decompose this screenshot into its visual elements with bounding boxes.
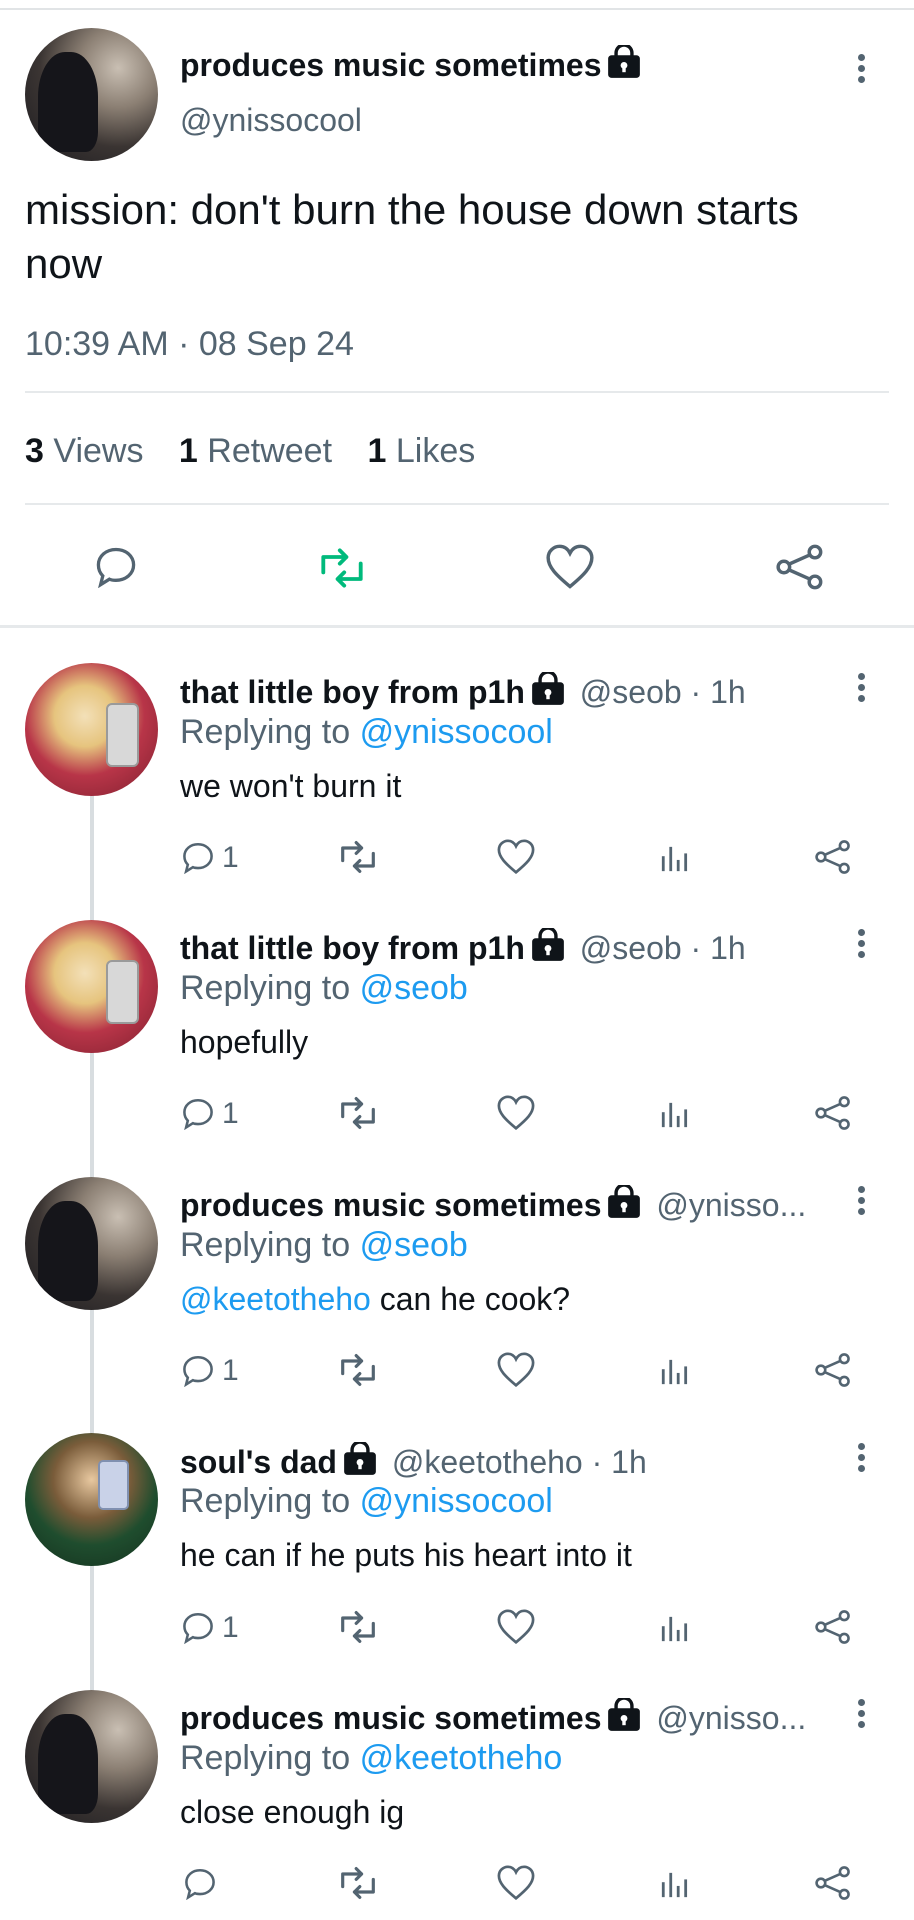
more-options-icon[interactable] [856,1699,866,1732]
author-handle[interactable]: @ynisso... [656,1700,806,1736]
share-icon[interactable] [814,839,852,875]
avatar[interactable] [25,663,158,796]
replying-to-link[interactable]: @seob [360,1226,468,1264]
reply-text: he can if he puts his heart into it [180,1537,632,1573]
lock-icon [531,672,565,706]
reply-icon[interactable] [180,1096,216,1130]
reply-text: @keetotheho can he cook? [180,1281,571,1317]
reply-count: 1 [222,841,239,874]
replying-to: Replying to @seob [180,1226,468,1264]
avatar[interactable] [25,1433,158,1566]
replying-to: Replying to @seob [180,969,468,1007]
reply-text: close enough ig [180,1794,405,1830]
share-icon[interactable] [814,1865,852,1901]
like-icon[interactable] [496,1865,536,1901]
retweet-icon[interactable] [316,546,368,590]
top-border [0,8,914,10]
author-handle[interactable]: @seob · 1h [580,930,746,966]
reply-count: 1 [222,1611,239,1644]
share-icon[interactable] [814,1352,852,1388]
like-icon[interactable] [496,1609,536,1645]
replying-to-link[interactable]: @ynissocool [360,713,553,751]
lock-icon [531,928,565,962]
tweet-timestamp: 10:39 AM · 08 Sep 24 [25,325,354,363]
stats-icon[interactable] [660,1870,688,1900]
reply-count: 1 [222,1097,239,1130]
views-stat[interactable]: 3 Views [25,432,143,470]
avatar[interactable] [25,28,158,161]
replying-to-link[interactable]: @keetotheho [360,1739,563,1777]
share-icon[interactable] [774,544,826,590]
reply-icon[interactable] [180,1610,216,1644]
reply-icon[interactable] [92,544,140,588]
retweet-icon[interactable] [336,1095,380,1131]
lock-icon [607,1698,641,1732]
retweet-icon[interactable] [336,839,380,875]
author-handle[interactable]: @ynissocool [180,102,362,139]
author-name[interactable]: produces music sometimes [180,45,641,84]
lock-icon [607,1185,641,1219]
tweet-text-line-2: now [25,240,103,287]
reply-count: 1 [222,1354,239,1387]
reply-icon[interactable] [180,1353,216,1387]
like-icon[interactable] [544,544,596,590]
lock-icon [343,1442,377,1476]
replying-to: Replying to @ynissocool [180,1482,553,1520]
more-options-icon[interactable] [856,929,866,962]
reply-icon[interactable] [182,1866,218,1900]
avatar[interactable] [25,1690,158,1823]
avatar[interactable] [25,1177,158,1310]
retweet-icon[interactable] [336,1865,380,1901]
reply-icon[interactable] [180,840,216,874]
author-name[interactable]: produces music sometimes @ynisso... [180,1185,806,1224]
stats-icon[interactable] [660,844,688,874]
more-options-icon[interactable] [856,1443,866,1476]
lock-icon [607,45,641,79]
reply-text: hopefully [180,1024,309,1060]
mention-link[interactable]: @keetotheho [180,1281,371,1317]
author-handle[interactable]: @keetotheho · 1h [392,1444,647,1480]
divider [25,391,889,393]
share-icon[interactable] [814,1609,852,1645]
avatar[interactable] [25,920,158,1053]
stats-icon[interactable] [660,1614,688,1644]
stats-icon[interactable] [660,1100,688,1130]
retweet-icon[interactable] [336,1609,380,1645]
author-name[interactable]: that little boy from p1h @seob · 1h [180,928,746,967]
share-icon[interactable] [814,1095,852,1131]
author-handle[interactable]: @ynisso... [656,1187,806,1223]
like-icon[interactable] [496,839,536,875]
likes-stat[interactable]: 1 Likes [367,432,475,470]
author-name[interactable]: that little boy from p1h @seob · 1h [180,672,746,711]
replying-to: Replying to @keetotheho [180,1739,563,1777]
retweet-icon[interactable] [336,1352,380,1388]
author-name[interactable]: produces music sometimes @ynisso... [180,1698,806,1737]
author-handle[interactable]: @seob · 1h [580,674,746,710]
divider [25,503,889,505]
replying-to-link[interactable]: @seob [360,969,468,1007]
like-icon[interactable] [496,1352,536,1388]
tweet-text-line-1: mission: don't burn the house down start… [25,186,799,233]
retweet-stat[interactable]: 1 Retweet [179,432,332,470]
replying-to: Replying to @ynissocool [180,713,553,751]
more-options-icon[interactable] [856,54,866,87]
tweet-stats: 3 Views 1 Retweet 1 Likes [25,432,475,471]
stats-icon[interactable] [660,1357,688,1387]
like-icon[interactable] [496,1095,536,1131]
more-options-icon[interactable] [856,673,866,706]
author-name[interactable]: soul's dad @keetotheho · 1h [180,1442,647,1481]
section-divider [0,625,914,628]
reply-text: we won't burn it [180,768,402,804]
replying-to-link[interactable]: @ynissocool [360,1482,553,1520]
more-options-icon[interactable] [856,1186,866,1219]
